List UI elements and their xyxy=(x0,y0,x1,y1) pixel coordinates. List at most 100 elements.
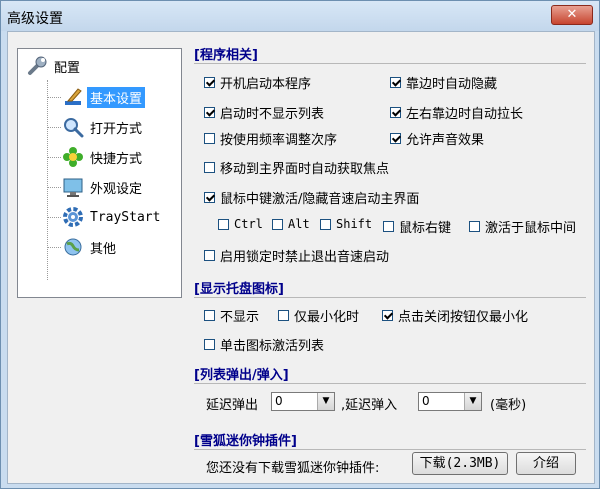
checkbox-label: Ctrl xyxy=(234,217,263,231)
checkbox-focus-on-hover[interactable]: 移动到主界面时自动获取焦点 xyxy=(204,158,389,177)
checkbox-tray-only-minimized[interactable]: 仅最小化时 xyxy=(278,306,359,325)
download-plugin-button[interactable]: 下载(2.3MB) xyxy=(412,452,508,475)
checkbox-label: 允许声音效果 xyxy=(406,133,485,148)
checkbox-box[interactable] xyxy=(204,310,215,321)
wrench-icon xyxy=(28,56,47,75)
section-tray-title: [显示托盘图标] xyxy=(194,282,284,297)
checkbox-tray-close-minimize[interactable]: 点击关闭按钮仅最小化 xyxy=(382,306,528,325)
checkbox-edge-hide[interactable]: 靠边时自动隐藏 xyxy=(390,73,497,92)
checkbox-alt[interactable]: Alt xyxy=(272,217,310,231)
delay-unit-label: (毫秒) xyxy=(490,398,527,413)
monitor-icon xyxy=(63,178,83,197)
delay-out-value: 0 xyxy=(275,394,283,408)
checkbox-label: Shift xyxy=(336,217,373,231)
checkbox-box[interactable] xyxy=(204,192,215,203)
checkbox-box[interactable] xyxy=(204,77,215,88)
checkbox-box[interactable] xyxy=(382,310,393,321)
tree-connector xyxy=(47,127,61,128)
tree-item-appearance[interactable]: 外观设定 xyxy=(62,176,145,198)
tree-root-label: 配置 xyxy=(54,60,81,76)
checkbox-no-list-on-start[interactable]: 启动时不显示列表 xyxy=(204,103,324,122)
tree-item-shortcut[interactable]: 快捷方式 xyxy=(62,146,145,168)
checkbox-middle-click[interactable]: 鼠标中键激活/隐藏音速启动主界面 xyxy=(204,188,419,207)
checkbox-box[interactable] xyxy=(469,221,480,232)
close-icon: ✕ xyxy=(566,7,578,22)
checkbox-box[interactable] xyxy=(272,218,283,230)
tree-item-label: 打开方式 xyxy=(90,121,143,137)
checkbox-box[interactable] xyxy=(204,162,215,173)
delay-in-label: ,延迟弹入 xyxy=(341,398,398,413)
tree-item-traystart[interactable]: TrayStart xyxy=(62,206,163,228)
checkbox-label: Alt xyxy=(288,217,310,231)
tree-item-label: 其他 xyxy=(90,241,117,257)
brush-icon xyxy=(65,88,82,105)
section-divider xyxy=(194,449,586,450)
checkbox-tray-single-click[interactable]: 单击图标激活列表 xyxy=(204,335,324,354)
checkbox-label: 仅最小化时 xyxy=(294,310,360,325)
checkbox-box[interactable] xyxy=(278,310,289,321)
checkbox-box[interactable] xyxy=(390,77,401,88)
checkbox-box[interactable] xyxy=(390,133,401,144)
globe-icon xyxy=(64,238,82,256)
tree-root[interactable]: 配置 xyxy=(26,55,83,77)
checkbox-box[interactable] xyxy=(218,218,229,230)
checkbox-box[interactable] xyxy=(204,107,215,118)
tree-connector xyxy=(47,217,61,218)
tree-connector xyxy=(47,80,48,280)
checkbox-label: 移动到主界面时自动获取焦点 xyxy=(220,162,390,177)
tree-item-basic[interactable]: 基本设置 xyxy=(62,86,146,108)
checkbox-box[interactable] xyxy=(320,218,331,230)
tree-item-label: 快捷方式 xyxy=(90,151,143,167)
checkbox-box[interactable] xyxy=(383,221,394,232)
tree-item-open-mode[interactable]: 打开方式 xyxy=(62,116,145,138)
checkbox-label: 启动时不显示列表 xyxy=(220,107,325,122)
client-area: 配置 基本设置 打开方式 快捷方式 外观设定 TrayStart 其他 [程序相… xyxy=(7,31,595,484)
checkbox-sound[interactable]: 允许声音效果 xyxy=(390,129,484,148)
tree-item-label: TrayStart xyxy=(90,209,161,225)
checkbox-label: 左右靠边时自动拉长 xyxy=(406,107,524,122)
tree-connector xyxy=(47,157,61,158)
magnifier-icon xyxy=(64,118,84,138)
checkbox-label: 鼠标右键 xyxy=(399,221,452,236)
chevron-down-icon[interactable]: ▼ xyxy=(464,393,481,410)
checkbox-label: 启用锁定时禁止退出音速启动 xyxy=(220,250,390,265)
section-program-title: [程序相关] xyxy=(194,48,258,63)
checkbox-right-button[interactable]: 鼠标右键 xyxy=(383,217,451,236)
checkbox-label: 不显示 xyxy=(220,310,260,325)
checkbox-box[interactable] xyxy=(204,133,215,144)
checkbox-lock-no-exit[interactable]: 启用锁定时禁止退出音速启动 xyxy=(204,246,389,265)
tree-connector xyxy=(47,187,61,188)
delay-out-label: 延迟弹出 xyxy=(206,398,259,413)
checkbox-box[interactable] xyxy=(204,339,215,350)
checkbox-shift[interactable]: Shift xyxy=(320,217,372,231)
checkbox-ctrl[interactable]: Ctrl xyxy=(218,217,263,231)
checkbox-sort-by-frequency[interactable]: 按使用频率调整次序 xyxy=(204,129,337,148)
plugin-intro-button[interactable]: 介绍 xyxy=(516,452,576,475)
section-divider xyxy=(194,383,586,384)
section-plugin-title: [雪狐迷你钟插件] xyxy=(194,434,297,449)
checkbox-activate-middle[interactable]: 激活于鼠标中间 xyxy=(469,217,576,236)
tree-item-other[interactable]: 其他 xyxy=(62,236,119,258)
chevron-down-icon[interactable]: ▼ xyxy=(317,393,334,410)
checkbox-label: 激活于鼠标中间 xyxy=(485,221,577,236)
category-tree: 配置 基本设置 打开方式 快捷方式 外观设定 TrayStart 其他 xyxy=(17,48,182,298)
window-title: 高级设置 xyxy=(7,11,63,27)
checkbox-label: 开机启动本程序 xyxy=(220,77,312,92)
checkbox-box[interactable] xyxy=(390,107,401,118)
close-button[interactable]: ✕ xyxy=(551,5,593,25)
checkbox-label: 鼠标中键激活/隐藏音速启动主界面 xyxy=(220,192,420,207)
checkbox-autostart[interactable]: 开机启动本程序 xyxy=(204,73,311,92)
checkbox-box[interactable] xyxy=(204,250,215,261)
title-bar[interactable]: 高级设置 ✕ xyxy=(1,1,599,31)
tree-item-label: 外观设定 xyxy=(90,181,143,197)
delay-out-select[interactable]: 0 ▼ xyxy=(271,392,335,411)
delay-in-select[interactable]: 0 ▼ xyxy=(418,392,482,411)
tree-item-label: 基本设置 xyxy=(87,86,146,108)
section-divider xyxy=(194,297,586,298)
section-divider xyxy=(194,63,586,64)
section-popup-title: [列表弹出/弹入] xyxy=(194,368,289,383)
checkbox-label: 按使用频率调整次序 xyxy=(220,133,338,148)
checkbox-edge-stretch[interactable]: 左右靠边时自动拉长 xyxy=(390,103,523,122)
checkbox-tray-hide[interactable]: 不显示 xyxy=(204,306,259,325)
checkbox-label: 点击关闭按钮仅最小化 xyxy=(398,310,529,325)
